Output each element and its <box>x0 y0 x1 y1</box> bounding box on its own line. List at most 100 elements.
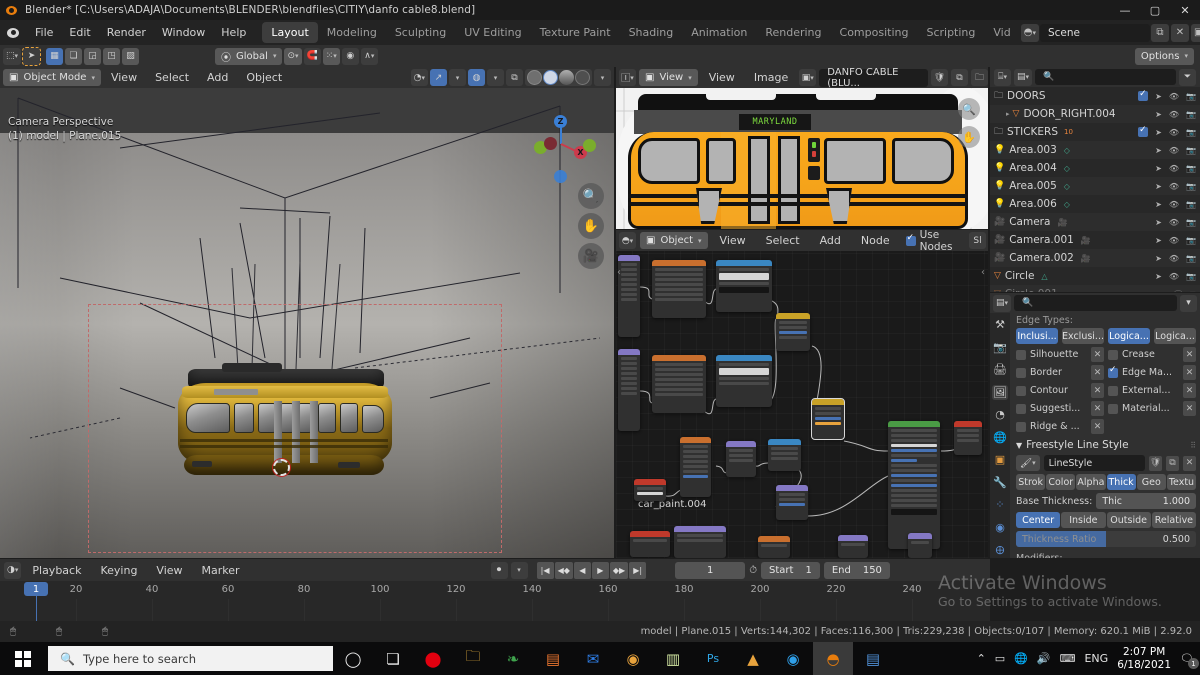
frame-end-value[interactable]: 150 <box>863 565 882 576</box>
node-item[interactable] <box>680 437 711 497</box>
outliner-row[interactable]: ▽ Circle.001 △ ➤ ⌒ ⊠ <box>990 285 1200 292</box>
linestyle-tab-color[interactable]: Color <box>1046 474 1076 490</box>
tab-particles-icon[interactable]: ⁘ <box>992 497 1008 513</box>
visibility-eye-icon[interactable]: 👁 <box>1169 146 1179 155</box>
edge-type-exclude-button[interactable]: ✕ <box>1183 347 1196 362</box>
visibility-icon[interactable]: ◔ ▾ <box>410 69 428 86</box>
edge-type-exclude-button[interactable]: ✕ <box>1183 401 1196 416</box>
edge-type-exclude-button[interactable]: ✕ <box>1091 383 1104 398</box>
linestyle-tab-textu[interactable]: Textu <box>1166 474 1197 490</box>
render-camera-icon[interactable]: ⊠ <box>1189 290 1196 293</box>
notification-center-icon[interactable]: 🗨 1 <box>1180 652 1199 669</box>
play-button[interactable]: ▶ <box>591 561 609 579</box>
minimize-button[interactable]: — <box>1110 0 1140 20</box>
node-menu-node[interactable]: Node <box>853 231 898 250</box>
close-button[interactable]: ✕ <box>1170 0 1200 20</box>
edge-type-checkbox[interactable] <box>1016 385 1026 396</box>
select-subtract-icon[interactable]: ◲ <box>84 47 102 65</box>
uv-canvas[interactable]: MARYLAND 🔍 ✋ <box>616 88 988 229</box>
node-item[interactable] <box>954 421 982 455</box>
outliner-row[interactable]: 🗀DOORS ➤ 👁 📷 <box>990 87 1200 105</box>
edge-type-checkbox[interactable] <box>1108 403 1118 414</box>
tab-view-layer-icon[interactable]: 🖼 <box>992 384 1008 400</box>
outliner-display-mode-icon[interactable]: ▤ ▾ <box>1014 68 1033 86</box>
menu-window[interactable]: Window <box>154 23 213 42</box>
outliner-editor-type-icon[interactable]: ⌸ ▾ <box>994 68 1011 86</box>
node-menu-select[interactable]: Select <box>758 231 808 250</box>
cursor-select-icon[interactable]: ➤ <box>1155 182 1162 191</box>
mail-icon[interactable]: ✉ <box>573 642 613 675</box>
cursor-select-icon[interactable]: ➤ <box>1155 128 1162 137</box>
edge-logical-and-button[interactable]: Logica... <box>1108 328 1150 344</box>
outliner-exclude-checkbox[interactable] <box>1138 89 1149 101</box>
scene-name-field[interactable]: Scene <box>1039 23 1150 42</box>
jump-to-end-button[interactable]: ▶| <box>629 561 647 579</box>
viewport-menu-object[interactable]: Object <box>238 68 290 87</box>
node-item[interactable] <box>630 531 670 557</box>
linestyle-fake-user-icon[interactable]: 🛡 <box>1149 455 1162 471</box>
camera-view-button[interactable]: 🎥 <box>578 243 604 269</box>
node-menu-add[interactable]: Add <box>812 231 849 250</box>
file-explorer-icon[interactable]: 🗀 <box>453 642 493 675</box>
node-item[interactable] <box>768 439 801 471</box>
thickness-position-relative[interactable]: Relative <box>1151 512 1196 528</box>
outliner-row[interactable]: 💡 Area.003 ◇ ➤ 👁 📷 <box>990 141 1200 159</box>
material-preview-icon[interactable] <box>559 70 574 85</box>
render-camera-icon[interactable]: 📷 <box>1186 236 1196 245</box>
interaction-mode-dropdown[interactable]: ▣ Object Mode ▾ <box>3 69 101 86</box>
outliner-row[interactable]: 💡 Area.004 ◇ ➤ 👁 📷 <box>990 159 1200 177</box>
outliner-row[interactable]: 💡 Area.005 ◇ ➤ 👁 📷 <box>990 177 1200 195</box>
tab-video-editing[interactable]: Vid <box>984 22 1019 43</box>
cursor-select-icon[interactable]: ➤ <box>1155 200 1162 209</box>
outliner-row[interactable]: ▸ ▽ DOOR_RIGHT.004 ➤ 👁 📷 <box>990 105 1200 123</box>
edge-type-exclude-button[interactable]: ✕ <box>1091 365 1104 380</box>
overlays-icon[interactable]: ◍ <box>468 69 485 86</box>
viewport-menu-add[interactable]: Add <box>199 68 236 87</box>
viewport-canvas[interactable]: Camera Perspective (1) model | Plane.015… <box>0 88 614 558</box>
edge-type-checkbox[interactable] <box>1108 385 1118 396</box>
edge-type-checkbox[interactable] <box>1016 421 1026 432</box>
blender-icon[interactable]: ◓ <box>813 642 853 675</box>
pivot-point-icon[interactable]: ⊙ ▾ <box>284 47 302 65</box>
jump-to-start-button[interactable]: |◀ <box>536 561 554 579</box>
tab-shading[interactable]: Shading <box>620 22 683 43</box>
linestyle-browse-icon[interactable]: 🖌 ▾ <box>1016 455 1040 471</box>
viewport-3d[interactable]: ▣ Object Mode ▾ View Select Add Object ◔… <box>0 67 614 558</box>
node-item[interactable] <box>758 536 790 558</box>
visibility-eye-icon[interactable]: 👁 <box>1169 92 1179 101</box>
snap-target-icon[interactable]: ⁙ ▾ <box>322 47 340 65</box>
navigation-gizmo[interactable]: Z X <box>530 113 596 183</box>
menu-edit[interactable]: Edit <box>61 23 98 42</box>
edge-logical-or-button[interactable]: Logica... <box>1154 328 1196 344</box>
view-layer-browse-icon[interactable]: ▣▾ <box>1190 23 1200 42</box>
linestyle-tab-thick[interactable]: Thick <box>1106 474 1136 490</box>
viewport-menu-select[interactable]: Select <box>147 68 197 87</box>
outliner-editor[interactable]: ⌸▾ ▤▾ 🔍 ⏷ 🗀DOORS➤👁📷▸▽DOOR_RIGHT.004➤👁📷🗀S… <box>990 67 1200 292</box>
cortana-icon[interactable]: ◯ <box>333 642 373 675</box>
wireframe-shading-icon[interactable] <box>527 70 542 85</box>
freestyle-line-style-section-header[interactable]: ▼ Freestyle Line Style ⠿ <box>1016 439 1196 451</box>
timeline-menu-playback[interactable]: Playback <box>24 561 89 580</box>
fake-user-shield-icon[interactable]: 🛡 <box>931 69 948 86</box>
battery-icon[interactable]: ▭ <box>995 652 1005 665</box>
current-frame-field[interactable]: 1 <box>675 561 746 579</box>
acrobat-icon[interactable]: ▥ <box>653 642 693 675</box>
visibility-eye-icon[interactable]: 👁 <box>1169 218 1179 227</box>
edge-type-exclude-button[interactable]: ✕ <box>1183 365 1196 380</box>
tab-texture-paint[interactable]: Texture Paint <box>531 22 620 43</box>
taskbar-search-input[interactable]: 🔍 Type here to search <box>48 646 333 671</box>
node-item[interactable] <box>618 255 640 337</box>
uv-zoom-button[interactable]: 🔍 <box>958 98 980 120</box>
drag-handle-icon[interactable]: ⠿ <box>1190 441 1196 450</box>
cursor-select-icon[interactable]: ➤ <box>1155 146 1162 155</box>
edge-inclusive-button[interactable]: Inclusi... <box>1016 328 1058 344</box>
timeline-editor[interactable]: ◑ ▾ Playback Keying View Marker ⏺ ▾ |◀ ◀◆… <box>0 559 990 621</box>
outliner-exclude-checkbox[interactable] <box>1138 125 1149 137</box>
base-thickness-field[interactable]: Thic 1.000 <box>1096 493 1196 509</box>
cursor-select-icon[interactable]: ➤ <box>1155 164 1162 173</box>
outliner-search-input[interactable]: 🔍 <box>1035 69 1176 85</box>
uv-pan-button[interactable]: ✋ <box>958 126 980 148</box>
auto-keying-dropdown-icon[interactable]: ▾ <box>510 561 528 579</box>
tab-constraints-icon[interactable]: 🜨 <box>992 542 1008 558</box>
solid-shading-icon[interactable] <box>543 70 558 85</box>
